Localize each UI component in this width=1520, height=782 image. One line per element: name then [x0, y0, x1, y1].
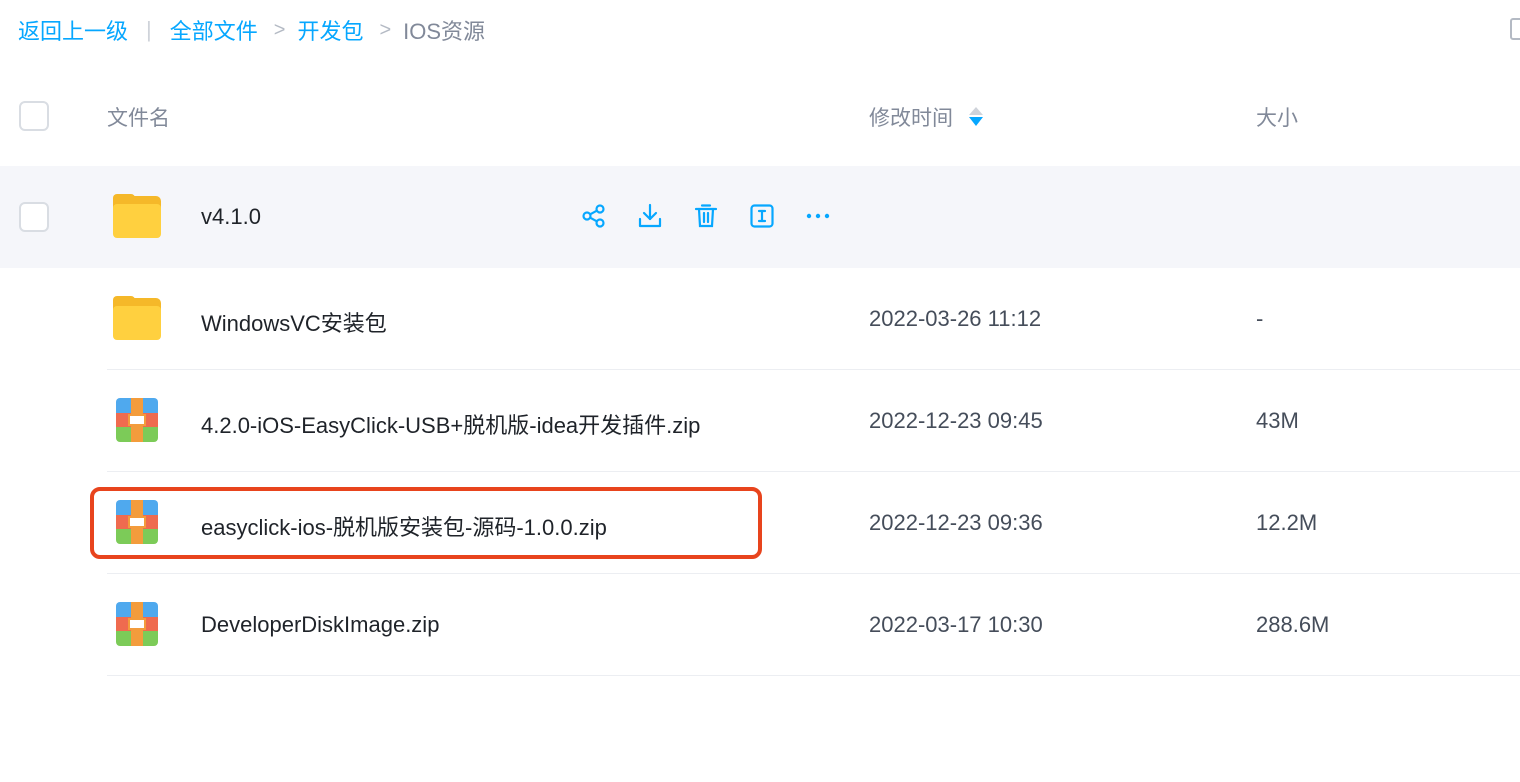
annotation-highlight-box — [90, 487, 762, 559]
folder-icon — [113, 194, 163, 240]
zip-icon — [113, 602, 163, 648]
share-icon[interactable] — [580, 202, 608, 230]
breadcrumb-folder[interactable]: 开发包 — [297, 14, 363, 46]
breadcrumb-current: IOS资源 — [403, 19, 486, 44]
select-all-checkbox[interactable] — [19, 101, 49, 131]
column-header-time-label: 修改时间 — [869, 107, 953, 130]
table-row[interactable]: v4.1.0 — [0, 166, 1520, 268]
column-header-time[interactable]: 修改时间 — [869, 102, 983, 132]
zip-icon — [113, 398, 163, 444]
file-time: 2022-03-17 10:30 — [869, 612, 1043, 637]
column-header-size[interactable]: 大小 — [1256, 102, 1298, 132]
table-row[interactable]: 4.2.0-iOS-EasyClick-USB+脱机版-idea开发插件.zip… — [0, 370, 1520, 472]
view-toggle-icon[interactable] — [1510, 18, 1520, 40]
table-header: 文件名 修改时间 大小 — [0, 66, 1520, 166]
breadcrumb-separator-icon: > — [273, 18, 286, 41]
file-time: 2022-12-23 09:45 — [869, 408, 1043, 433]
table-row[interactable]: WindowsVC安装包 2022-03-26 11:12 - — [0, 268, 1520, 370]
column-header-name[interactable]: 文件名 — [107, 102, 170, 132]
rename-icon[interactable] — [748, 202, 776, 230]
file-size: - — [1256, 306, 1264, 331]
file-time: 2022-12-23 09:36 — [869, 510, 1043, 535]
more-icon[interactable] — [804, 202, 832, 230]
file-size: 43M — [1256, 408, 1299, 433]
file-name[interactable]: 4.2.0-iOS-EasyClick-USB+脱机版-idea开发插件.zip — [201, 408, 700, 440]
file-time: 2022-03-26 11:12 — [869, 306, 1042, 331]
file-browser: 返回上一级 | 全部文件 > 开发包 > IOS资源 文件名 修改时间 大小 v… — [0, 0, 1520, 782]
back-link[interactable]: 返回上一级 — [18, 14, 128, 46]
breadcrumb-divider: | — [146, 17, 152, 42]
file-name[interactable]: DeveloperDiskImage.zip — [201, 612, 439, 638]
table-row[interactable]: DeveloperDiskImage.zip 2022-03-17 10:30 … — [0, 574, 1520, 676]
breadcrumb: 返回上一级 | 全部文件 > 开发包 > IOS资源 — [18, 14, 485, 46]
row-checkbox[interactable] — [19, 202, 49, 232]
download-icon[interactable] — [636, 202, 664, 230]
file-name[interactable]: v4.1.0 — [201, 204, 261, 230]
file-name[interactable]: WindowsVC安装包 — [201, 306, 387, 338]
row-actions — [580, 202, 860, 230]
sort-icon[interactable] — [969, 105, 983, 129]
breadcrumb-all-files[interactable]: 全部文件 — [170, 14, 258, 46]
file-size: 12.2M — [1256, 510, 1318, 535]
file-size: 288.6M — [1256, 612, 1330, 637]
breadcrumb-separator-icon: > — [379, 18, 392, 41]
folder-icon — [113, 296, 163, 342]
delete-icon[interactable] — [692, 202, 720, 230]
